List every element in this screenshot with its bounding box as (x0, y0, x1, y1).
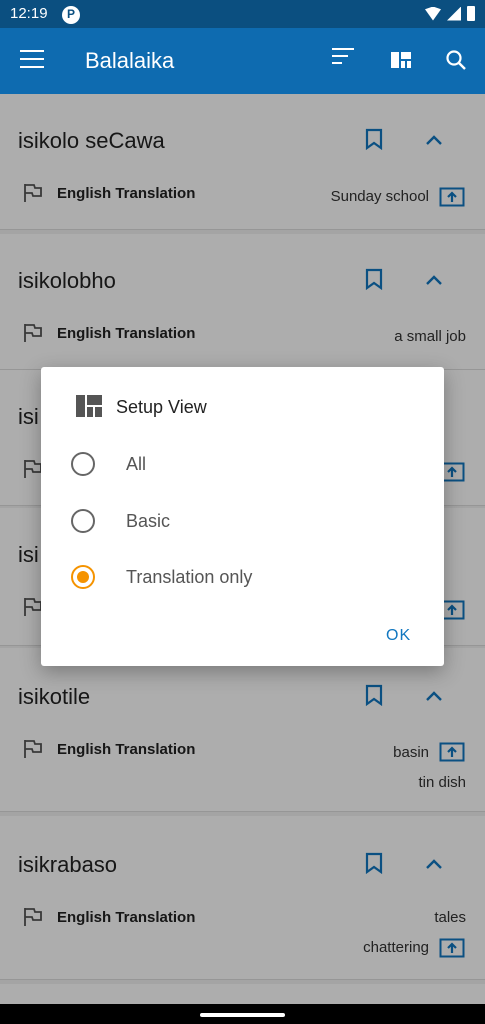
wifi-icon (425, 6, 441, 21)
option-label: Basic (126, 511, 171, 531)
navigation-bar (0, 1004, 485, 1024)
option-label: Translation only (126, 567, 253, 587)
dialog-title: Setup View (116, 397, 207, 417)
status-time: 12:19 (10, 5, 48, 22)
status-icons (425, 6, 475, 21)
status-bar: 12:19 (0, 0, 485, 28)
radio-button[interactable] (71, 452, 95, 476)
option-basic[interactable]: Basic (71, 501, 401, 541)
sort-icon[interactable] (332, 48, 356, 72)
option-all[interactable]: All (71, 444, 401, 484)
search-icon[interactable] (444, 48, 468, 72)
home-handle[interactable] (200, 1013, 285, 1017)
layout-icon (76, 395, 102, 417)
app-bar: Balalaika (0, 28, 485, 94)
option-translation-only[interactable]: Translation only (71, 557, 401, 597)
radio-button-selected[interactable] (71, 565, 95, 589)
app-title: Balalaika (85, 48, 175, 73)
option-label: All (126, 454, 147, 474)
ok-button[interactable]: OK (386, 627, 411, 645)
signal-icon (447, 6, 461, 21)
app-notification-icon (62, 6, 80, 24)
battery-icon (467, 6, 475, 21)
menu-icon[interactable] (20, 50, 44, 70)
setup-view-dialog: Setup View All Basic Translation only OK (41, 367, 444, 666)
layout-icon[interactable] (389, 48, 413, 72)
radio-button[interactable] (71, 509, 95, 533)
